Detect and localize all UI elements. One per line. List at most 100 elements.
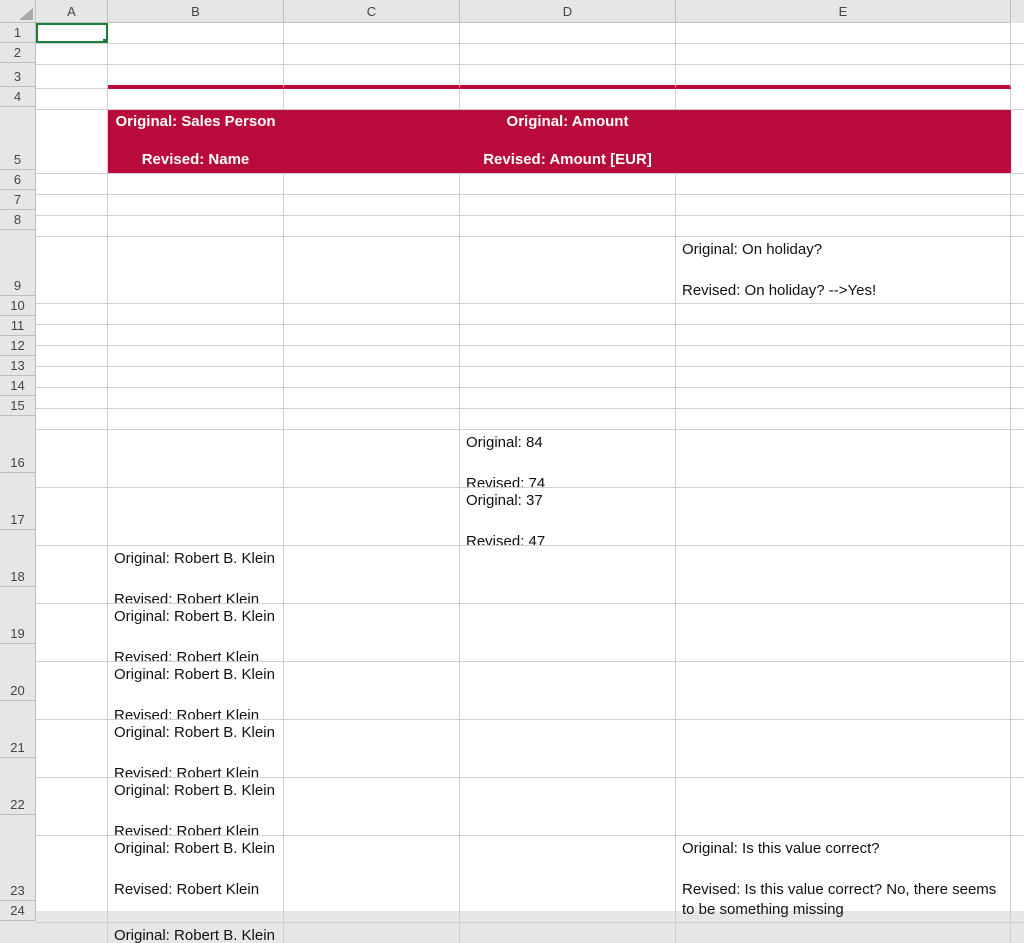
cell[interactable] xyxy=(36,195,108,215)
cell[interactable] xyxy=(36,488,108,545)
cell-a2[interactable] xyxy=(36,44,108,64)
cell[interactable] xyxy=(284,546,460,603)
row-header-15[interactable]: 15 xyxy=(0,396,36,416)
row-header-21[interactable]: 21 xyxy=(0,701,36,758)
cell-a3[interactable] xyxy=(36,65,108,89)
cell[interactable] xyxy=(108,237,284,303)
cell[interactable] xyxy=(284,325,460,345)
cell-a1[interactable] xyxy=(36,23,108,43)
cell[interactable] xyxy=(460,367,676,387)
cell[interactable] xyxy=(36,720,108,777)
cell[interactable] xyxy=(676,720,1011,777)
cell[interactable] xyxy=(284,304,460,324)
cell[interactable] xyxy=(284,346,460,366)
cell[interactable] xyxy=(36,546,108,603)
cell[interactable] xyxy=(108,304,284,324)
cell[interactable] xyxy=(460,546,676,603)
cell-b22-name[interactable]: Original: Robert B. Klein Revised: Rober… xyxy=(108,778,284,835)
cell[interactable] xyxy=(108,488,284,545)
cell[interactable] xyxy=(284,488,460,545)
row-header-14[interactable]: 14 xyxy=(0,376,36,396)
cell[interactable] xyxy=(460,388,676,408)
cell-e23-comment[interactable]: Original: Is this value correct? Revised… xyxy=(676,836,1011,922)
cell[interactable] xyxy=(460,237,676,303)
cell-d3[interactable] xyxy=(460,65,676,89)
cell[interactable] xyxy=(676,923,1011,943)
cell-e2[interactable] xyxy=(676,44,1011,64)
cell[interactable] xyxy=(36,662,108,719)
cell[interactable] xyxy=(108,367,284,387)
cell[interactable] xyxy=(284,237,460,303)
cell[interactable] xyxy=(460,662,676,719)
cell[interactable] xyxy=(460,836,676,922)
cell[interactable] xyxy=(460,195,676,215)
cell-e9-holiday[interactable]: Original: On holiday? Revised: On holida… xyxy=(676,237,1011,303)
row-header-2[interactable]: 2 xyxy=(0,43,36,63)
cell[interactable] xyxy=(36,778,108,835)
cell[interactable] xyxy=(676,304,1011,324)
cell[interactable] xyxy=(460,778,676,835)
cell[interactable] xyxy=(284,195,460,215)
row-header-19[interactable]: 19 xyxy=(0,587,36,644)
cell[interactable] xyxy=(460,304,676,324)
cell-a5[interactable] xyxy=(36,110,108,173)
cell-e4[interactable] xyxy=(676,89,1011,109)
cell[interactable] xyxy=(460,174,676,194)
cell[interactable] xyxy=(676,195,1011,215)
cell[interactable] xyxy=(108,388,284,408)
cell-b2[interactable] xyxy=(108,44,284,64)
cell-b19-name[interactable]: Original: Robert B. Klein Revised: Rober… xyxy=(108,604,284,661)
cell[interactable] xyxy=(676,662,1011,719)
cell[interactable] xyxy=(284,367,460,387)
cell[interactable] xyxy=(676,346,1011,366)
row-header-8[interactable]: 8 xyxy=(0,210,36,230)
cell-d17-amount[interactable]: Original: 37 Revised: 47 xyxy=(460,488,676,545)
cell-b3[interactable] xyxy=(108,65,284,89)
cell[interactable] xyxy=(676,430,1011,487)
cell[interactable] xyxy=(460,346,676,366)
row-header-24[interactable]: 24 xyxy=(0,901,36,921)
row-header-6[interactable]: 6 xyxy=(0,170,36,190)
cell[interactable] xyxy=(284,923,460,943)
cell-b23-name[interactable]: Original: Robert B. Klein Revised: Rober… xyxy=(108,836,284,922)
row-header-11[interactable]: 11 xyxy=(0,316,36,336)
row-header-12[interactable]: 12 xyxy=(0,336,36,356)
cell-b20-name[interactable]: Original: Robert B. Klein Revised: Rober… xyxy=(108,662,284,719)
row-header-7[interactable]: 7 xyxy=(0,190,36,210)
row-header-3[interactable]: 3 xyxy=(0,63,36,87)
cell[interactable] xyxy=(108,195,284,215)
cell[interactable] xyxy=(676,325,1011,345)
row-header-1[interactable]: 1 xyxy=(0,23,36,43)
col-header-c[interactable]: C xyxy=(284,0,460,23)
cell[interactable] xyxy=(284,216,460,236)
row-header-18[interactable]: 18 xyxy=(0,530,36,587)
cell[interactable] xyxy=(676,409,1011,429)
cell[interactable] xyxy=(108,325,284,345)
cell[interactable] xyxy=(108,216,284,236)
cell-b21-name[interactable]: Original: Robert B. Klein Revised: Rober… xyxy=(108,720,284,777)
row-header-22[interactable]: 22 xyxy=(0,758,36,815)
cell-b1[interactable] xyxy=(108,23,284,43)
row-header-4[interactable]: 4 xyxy=(0,87,36,107)
cell[interactable] xyxy=(36,836,108,922)
col-header-d[interactable]: D xyxy=(460,0,676,23)
cell-c1[interactable] xyxy=(284,23,460,43)
header-cell-empty[interactable] xyxy=(284,110,460,173)
cell-d4[interactable] xyxy=(460,89,676,109)
cell[interactable] xyxy=(284,409,460,429)
cell[interactable] xyxy=(460,409,676,429)
cell-e3[interactable] xyxy=(676,65,1011,89)
row-header-9[interactable]: 9 xyxy=(0,230,36,296)
cell[interactable] xyxy=(36,216,108,236)
cell[interactable] xyxy=(284,430,460,487)
cell[interactable] xyxy=(36,388,108,408)
cell-c3[interactable] xyxy=(284,65,460,89)
row-header-20[interactable]: 20 xyxy=(0,644,36,701)
col-header-b[interactable]: B xyxy=(108,0,284,23)
cell[interactable] xyxy=(36,174,108,194)
cell[interactable] xyxy=(36,325,108,345)
header-cell-empty[interactable] xyxy=(676,110,1011,173)
row-header-5[interactable]: 5 xyxy=(0,107,36,170)
col-header-e[interactable]: E xyxy=(676,0,1011,23)
cell[interactable] xyxy=(108,430,284,487)
